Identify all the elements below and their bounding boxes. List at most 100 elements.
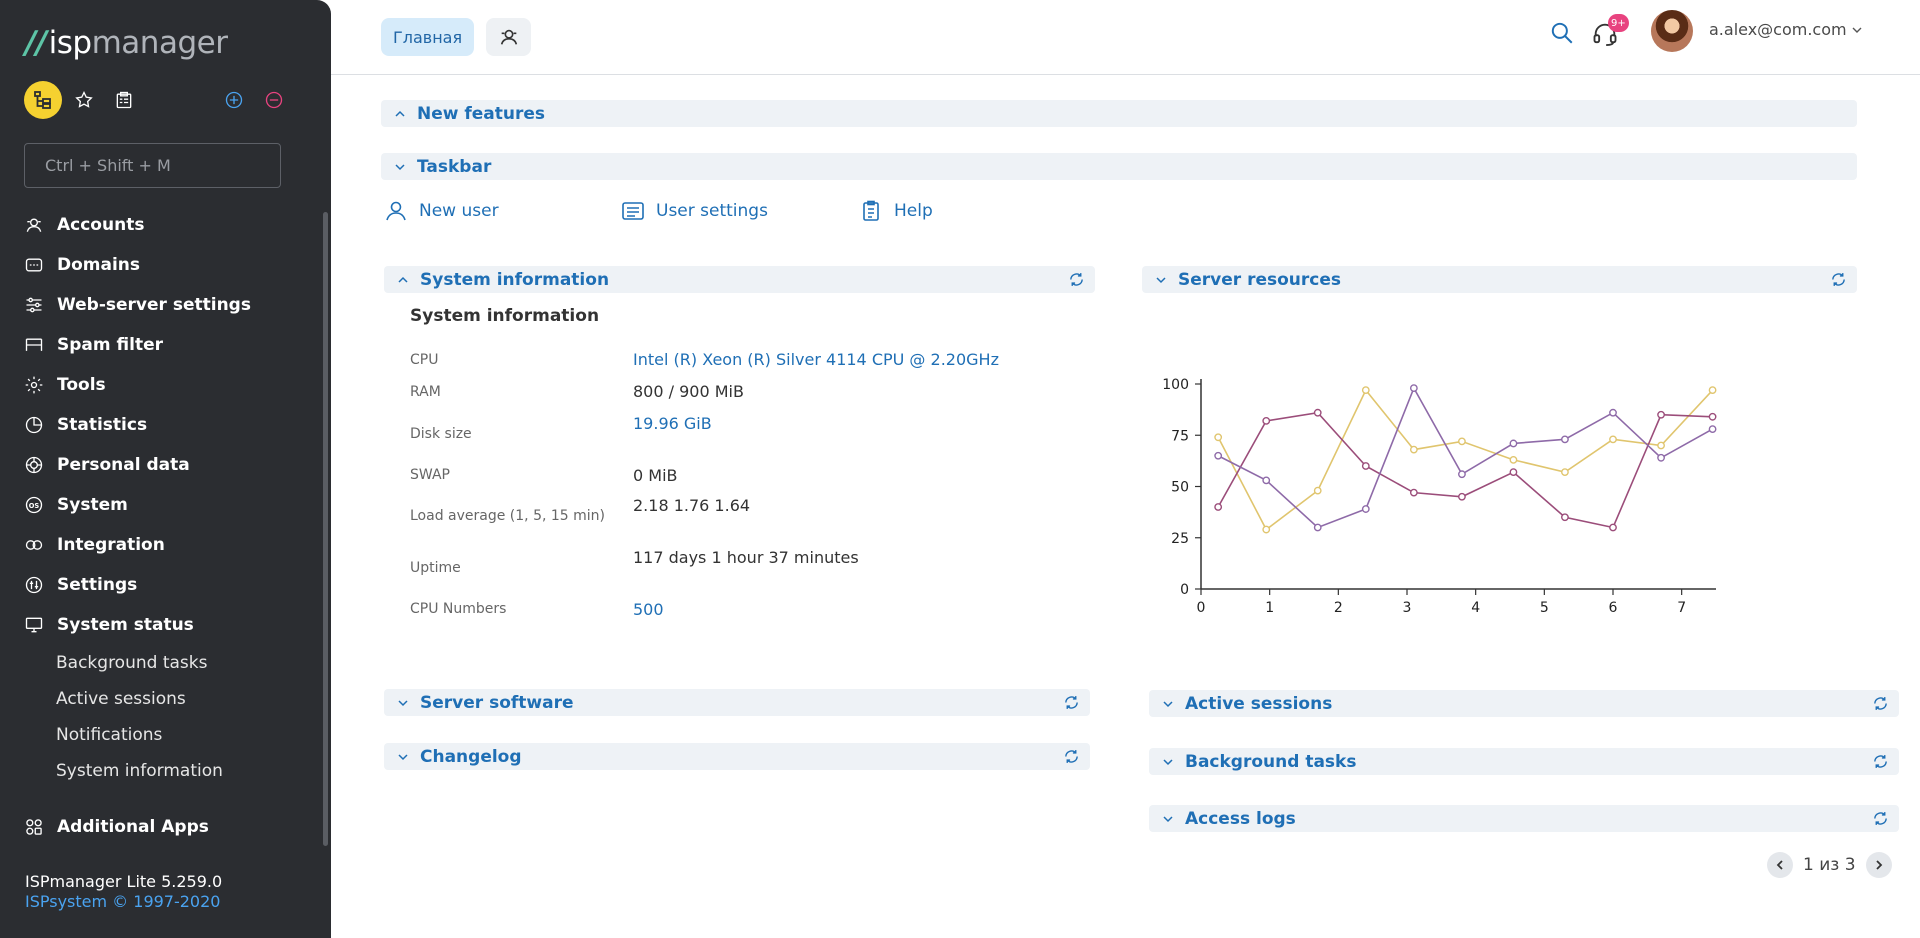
section-new-features[interactable]: New features bbox=[381, 100, 1857, 127]
ram-value: 800 / 900 MiB bbox=[633, 382, 744, 401]
section-title: Taskbar bbox=[417, 156, 492, 177]
user-menu[interactable]: a.alex@com.com bbox=[1709, 20, 1863, 39]
section-active-sessions[interactable]: Active sessions bbox=[1149, 690, 1899, 717]
section-title: Server software bbox=[420, 692, 574, 713]
submenu-label: Active sessions bbox=[56, 689, 186, 709]
refresh-icon[interactable] bbox=[1872, 810, 1889, 827]
series-point-1 bbox=[1657, 410, 1665, 419]
menu-item-tools[interactable]: Tools bbox=[0, 365, 320, 405]
main-menu: Accounts Domains Web-server settings Spa… bbox=[0, 205, 320, 847]
section-server-software[interactable]: Server software bbox=[384, 689, 1090, 716]
ram-label: RAM bbox=[410, 384, 441, 400]
uptime-value: 117 days 1 hour 37 minutes bbox=[633, 548, 859, 567]
cpu-numbers-label: CPU Numbers bbox=[410, 601, 507, 617]
series-point-0 bbox=[1708, 386, 1717, 395]
tab-home[interactable]: Главная bbox=[381, 18, 475, 56]
prev-page-button[interactable] bbox=[1767, 852, 1793, 878]
cpu-value[interactable]: Intel (R) Xeon (R) Silver 4114 CPU @ 2.2… bbox=[633, 350, 999, 369]
refresh-icon[interactable] bbox=[1063, 694, 1080, 711]
submenu-item-notifications[interactable]: Notifications bbox=[0, 717, 320, 753]
collapse-all-button[interactable] bbox=[262, 88, 286, 112]
series-point-2 bbox=[1609, 408, 1617, 417]
expand-all-button[interactable] bbox=[222, 88, 246, 112]
section-server-resources[interactable]: Server resources bbox=[1142, 266, 1857, 293]
menu-item-domains[interactable]: Domains bbox=[0, 245, 320, 285]
help-icon bbox=[858, 198, 884, 224]
x-tick-label: 3 bbox=[1403, 600, 1412, 616]
sidebar-scrollbar[interactable] bbox=[323, 212, 328, 846]
menu-item-web-server-settings[interactable]: Web-server settings bbox=[0, 285, 320, 325]
section-background-tasks[interactable]: Background tasks bbox=[1149, 748, 1899, 775]
menu-item-accounts[interactable]: Accounts bbox=[0, 205, 320, 245]
menu-item-system-status[interactable]: System status bbox=[0, 605, 320, 645]
menu-label: Spam filter bbox=[57, 335, 163, 355]
series-point-2 bbox=[1509, 439, 1518, 448]
menu-item-personal-data[interactable]: Personal data bbox=[0, 445, 320, 485]
x-tick-label: 2 bbox=[1334, 600, 1343, 616]
refresh-icon[interactable] bbox=[1830, 271, 1847, 288]
menu-item-integration[interactable]: Integration bbox=[0, 525, 320, 565]
refresh-icon[interactable] bbox=[1063, 748, 1080, 765]
accounts-icon bbox=[23, 214, 45, 236]
section-access-logs[interactable]: Access logs bbox=[1149, 805, 1899, 832]
avatar[interactable] bbox=[1651, 10, 1693, 52]
menu-label: Personal data bbox=[57, 455, 190, 475]
chevron-left-icon bbox=[1776, 860, 1783, 870]
menu-search-input[interactable] bbox=[45, 156, 260, 175]
clipboard-button[interactable] bbox=[112, 88, 136, 112]
disk-size-label: Disk size bbox=[410, 426, 472, 442]
favorites-button[interactable] bbox=[72, 88, 96, 112]
menu-label: Web-server settings bbox=[57, 295, 251, 315]
refresh-icon[interactable] bbox=[1872, 695, 1889, 712]
personal-data-icon bbox=[23, 454, 45, 476]
taskbar-user-settings[interactable]: User settings bbox=[620, 196, 768, 226]
section-title: Server resources bbox=[1178, 269, 1341, 290]
submenu-label: Background tasks bbox=[56, 653, 208, 673]
refresh-icon[interactable] bbox=[1068, 271, 1085, 288]
cpu-label: CPU bbox=[410, 352, 439, 368]
series-point-1 bbox=[1561, 513, 1569, 522]
sliders-icon bbox=[23, 294, 45, 316]
header-search-button[interactable] bbox=[1547, 18, 1577, 48]
taskbar-help[interactable]: Help bbox=[858, 196, 933, 226]
series-line-0 bbox=[1217, 388, 1714, 531]
cpu-numbers-value[interactable]: 500 bbox=[633, 600, 664, 619]
submenu-item-active-sessions[interactable]: Active sessions bbox=[0, 681, 320, 717]
series-point-0 bbox=[1609, 435, 1617, 444]
notification-badge: 9+ bbox=[1608, 14, 1629, 32]
disk-size-value[interactable]: 19.96 GiB bbox=[633, 414, 712, 433]
x-tick-label: 4 bbox=[1471, 600, 1480, 616]
submenu-item-system-information[interactable]: System information bbox=[0, 753, 320, 789]
refresh-icon[interactable] bbox=[1872, 753, 1889, 770]
clipboard-icon bbox=[116, 91, 132, 109]
pagination: 1 из 3 bbox=[1767, 852, 1892, 878]
settings-icon bbox=[23, 574, 45, 596]
x-tick-label: 6 bbox=[1609, 600, 1618, 616]
chevron-down-icon bbox=[1161, 812, 1175, 826]
tree-view-button[interactable] bbox=[24, 81, 62, 119]
menu-item-additional-apps[interactable]: Additional Apps bbox=[0, 807, 320, 847]
section-changelog[interactable]: Changelog bbox=[384, 743, 1090, 770]
menu-item-settings[interactable]: Settings bbox=[0, 565, 320, 605]
chevron-down-icon bbox=[396, 750, 410, 764]
copyright-link[interactable]: ISPsystem © 1997-2020 bbox=[25, 892, 222, 912]
menu-item-spam-filter[interactable]: Spam filter bbox=[0, 325, 320, 365]
star-icon bbox=[75, 90, 93, 108]
section-taskbar[interactable]: Taskbar bbox=[381, 153, 1857, 180]
menu-label: Settings bbox=[57, 575, 138, 595]
top-bar: Главная 9+ a.alex@com.com bbox=[331, 0, 1920, 75]
ispmanager-logo[interactable]: //ispmanager bbox=[25, 25, 228, 61]
taskbar-new-user[interactable]: New user bbox=[383, 196, 499, 226]
menu-item-system[interactable]: OS System bbox=[0, 485, 320, 525]
y-tick-label: 0 bbox=[1180, 582, 1189, 598]
series-point-0 bbox=[1561, 468, 1569, 477]
tab-accounts[interactable] bbox=[486, 18, 531, 56]
menu-item-statistics[interactable]: Statistics bbox=[0, 405, 320, 445]
chevron-down-icon bbox=[393, 160, 407, 174]
next-page-button[interactable] bbox=[1865, 852, 1892, 878]
submenu-label: Notifications bbox=[56, 725, 163, 745]
chevron-down-icon bbox=[1154, 273, 1168, 287]
section-system-information[interactable]: System information bbox=[384, 266, 1095, 293]
taskbar-label: New user bbox=[419, 201, 499, 221]
submenu-item-background-tasks[interactable]: Background tasks bbox=[0, 645, 320, 681]
